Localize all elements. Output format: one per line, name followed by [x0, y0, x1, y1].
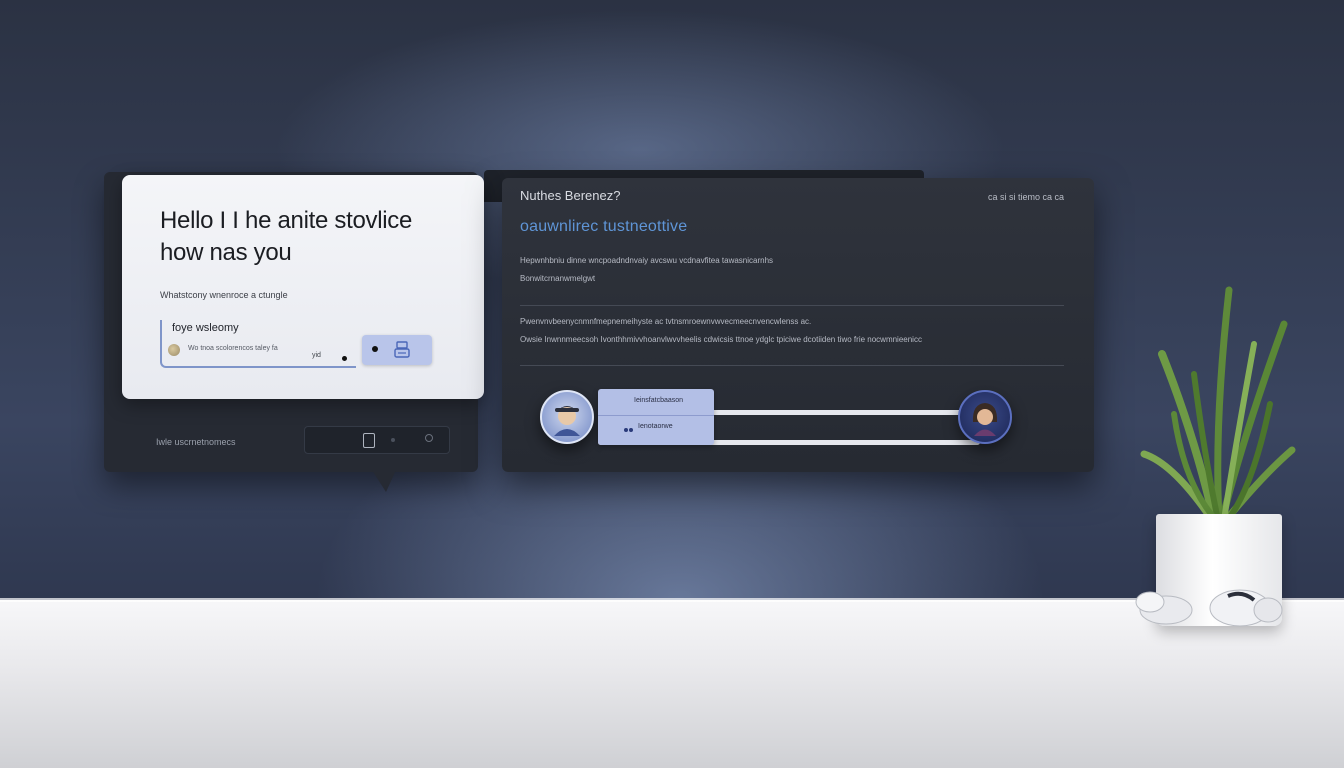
agent-avatar-icon[interactable] — [540, 390, 594, 444]
chat-toolbar[interactable] — [304, 426, 450, 454]
chat-greeting: Hello I I he anite stovlice how nas you — [160, 207, 413, 266]
message-bubble-top: Ieinsfatcbaason — [634, 397, 684, 404]
panel-heading[interactable]: oauwnlirec tustneottive — [520, 218, 687, 236]
plant-icon — [1140, 286, 1296, 520]
user-avatar-icon[interactable] — [958, 390, 1012, 444]
earbuds-icon — [1135, 589, 1283, 627]
message-bubble[interactable]: Ieinsfatcbaason Ienotaorwe — [598, 389, 714, 445]
user-face-icon — [972, 403, 998, 436]
agent-face-icon — [554, 406, 580, 436]
panel-meta: ca si si tiemo ca ca — [987, 192, 1064, 202]
quote-icon — [624, 428, 633, 432]
text-cursor — [342, 356, 347, 361]
message-input-hint: Wo tnoa scolorencos taley fa — [188, 345, 278, 352]
message-bubble-bottom: Ienotaorwe — [638, 423, 673, 430]
panel-title: Nuthes Berenez? — [520, 188, 621, 203]
message-input-count: yid — [312, 352, 321, 359]
mic-icon[interactable] — [363, 433, 375, 448]
send-button[interactable] — [362, 335, 432, 365]
panel-text-line-3: Pwenvnvbeenycnmnfmepnemeihyste ac tvtnsm… — [520, 317, 812, 326]
send-status-dot — [372, 346, 378, 352]
toolbar-dot-icon — [391, 438, 395, 442]
message-bubble-separator — [598, 415, 714, 416]
panel-divider-2 — [520, 365, 1064, 366]
message-input-label: foye wsleomy — [172, 322, 239, 334]
chat-bubble-tail — [372, 470, 396, 492]
chat-footer-label: Iwle uscrnetnomecs — [156, 437, 236, 447]
panel-text-line-1: Hepwnhbniu dinne wncpoadndnvaiy avcswu v… — [520, 256, 774, 265]
panel-divider-1 — [520, 305, 1064, 306]
chat-subtitle: Whatstcony wnenroce a ctungle — [160, 290, 288, 300]
conversation-panel: Nuthes Berenez? ca si si tiemo ca ca oau… — [484, 170, 1094, 472]
user-avatar-icon — [168, 344, 180, 356]
send-icon — [394, 341, 410, 358]
panel-text-line-4: Owsie Inwnnmeecsoh Ivonthhmivvhoanvlwvvh… — [520, 335, 922, 344]
panel-text-line-2: Bonwitcrnanwmelgwt — [520, 274, 596, 283]
message-input[interactable]: foye wsleomy Wo tnoa scolorencos taley f… — [160, 320, 356, 368]
chat-card: Hello I I he anite stovlice how nas you … — [122, 175, 484, 399]
toolbar-ring-icon[interactable] — [425, 434, 433, 442]
